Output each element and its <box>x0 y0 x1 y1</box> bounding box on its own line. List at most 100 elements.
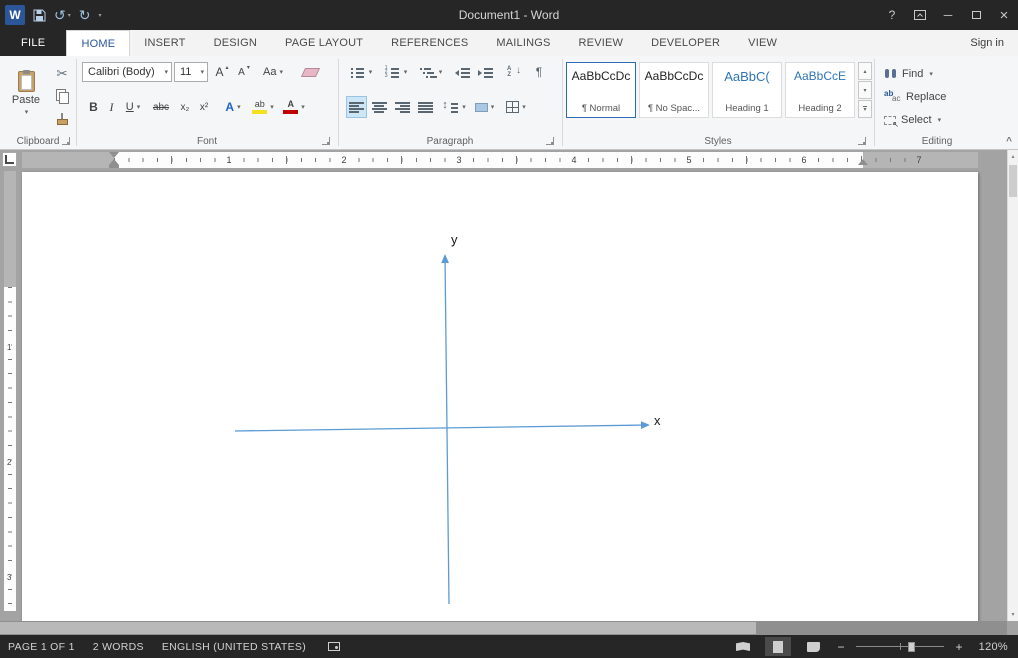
tab-page-layout[interactable]: PAGE LAYOUT <box>271 30 377 56</box>
vertical-ruler[interactable]: 1 2 3 <box>4 171 16 611</box>
underline-button[interactable]: U ▾ <box>121 96 145 118</box>
minimize-button[interactable]: ─ <box>934 0 962 30</box>
cut-button[interactable]: ✂ <box>50 64 74 84</box>
increase-indent-button[interactable] <box>475 61 496 83</box>
macro-record-icon[interactable] <box>328 642 341 651</box>
change-case-button[interactable]: Aa ▾ <box>258 61 288 83</box>
font-size-combobox[interactable]: 11 ▾ <box>174 62 208 82</box>
grow-font-button[interactable]: A ▴ <box>212 61 232 83</box>
bold-button[interactable]: B <box>85 96 102 118</box>
collapse-ribbon-button[interactable]: ^ <box>1006 136 1012 147</box>
more-styles-icon: ▾ <box>863 105 867 113</box>
maximize-button[interactable] <box>962 0 990 30</box>
tab-insert[interactable]: INSERT <box>130 30 199 56</box>
tab-references[interactable]: REFERENCES <box>377 30 482 56</box>
subscript-button[interactable]: x₂ <box>176 96 194 118</box>
format-painter-button[interactable] <box>50 108 74 128</box>
tab-file[interactable]: FILE <box>0 30 67 56</box>
horizontal-scrollbar[interactable] <box>0 621 1007 635</box>
shading-button[interactable]: ▾ <box>471 96 498 118</box>
style-no-spacing[interactable]: AaBbCcDc ¶ No Spac... <box>639 62 709 118</box>
select-button[interactable]: Select ▾ <box>884 110 941 130</box>
tab-developer[interactable]: DEVELOPER <box>637 30 734 56</box>
first-line-indent-marker[interactable] <box>109 152 119 158</box>
align-left-button[interactable] <box>346 96 367 118</box>
chevron-down-icon: ▾ <box>522 104 526 111</box>
font-name-combobox[interactable]: Calibri (Body) ▾ <box>82 62 172 82</box>
paragraph-group-label: Paragraph <box>426 136 474 147</box>
styles-more-button[interactable]: ▾ <box>858 100 872 118</box>
page-count[interactable]: PAGE 1 OF 1 <box>8 641 75 653</box>
text-highlight-button[interactable]: ab ▾ <box>249 96 277 118</box>
justify-icon <box>418 101 433 113</box>
word-logo-icon[interactable]: W <box>5 5 25 25</box>
styles-dialog-launcher[interactable] <box>858 137 866 145</box>
customize-qat-button[interactable]: ▾ <box>98 12 101 19</box>
left-indent-marker[interactable] <box>109 165 119 168</box>
align-right-button[interactable] <box>392 96 413 118</box>
zoom-slider-thumb[interactable] <box>908 641 915 652</box>
decrease-indent-button[interactable] <box>452 61 473 83</box>
font-color-button[interactable]: A ▾ <box>281 96 307 118</box>
print-layout-button[interactable] <box>765 637 791 656</box>
zoom-level[interactable]: 120% <box>974 641 1008 653</box>
tab-home[interactable]: HOME <box>66 30 131 56</box>
line-spacing-button[interactable]: ▾ <box>440 96 468 118</box>
clipboard-dialog-launcher[interactable] <box>62 137 70 145</box>
tab-design[interactable]: DESIGN <box>200 30 271 56</box>
style-heading-1[interactable]: AaBbC( Heading 1 <box>712 62 782 118</box>
borders-button[interactable]: ▾ <box>501 96 531 118</box>
copy-button[interactable] <box>50 86 74 106</box>
paste-button[interactable]: Paste ▾ <box>4 61 48 125</box>
language-indicator[interactable]: ENGLISH (UNITED STATES) <box>162 641 306 653</box>
web-layout-button[interactable] <box>800 637 826 656</box>
align-center-button[interactable] <box>369 96 390 118</box>
bullets-button[interactable]: ▾ <box>346 61 376 83</box>
styles-scroll-down-button[interactable]: ▾ <box>858 81 872 99</box>
zoom-slider[interactable] <box>856 640 944 654</box>
show-hide-paragraph-button[interactable]: ¶ <box>530 61 548 83</box>
document-page[interactable]: y x <box>22 172 978 635</box>
styles-scroll-up-button[interactable]: ▴ <box>858 62 872 80</box>
find-button[interactable]: Find ▾ <box>884 64 933 84</box>
numbering-button[interactable]: ▾ <box>381 61 411 83</box>
close-button[interactable]: × <box>990 0 1018 30</box>
vertical-scroll-thumb[interactable] <box>1009 165 1017 197</box>
zoom-out-button[interactable]: − <box>835 640 847 654</box>
tab-stop-selector[interactable] <box>2 152 17 167</box>
style-normal[interactable]: AaBbCcDc ¶ Normal <box>566 62 636 118</box>
help-icon: ? <box>888 8 896 22</box>
sort-button[interactable] <box>503 61 525 83</box>
scroll-down-arrow[interactable]: ▾ <box>1008 608 1018 621</box>
superscript-button[interactable]: x² <box>195 96 213 118</box>
ribbon-display-options-button[interactable] <box>906 0 934 30</box>
undo-button[interactable]: ↺ ▾ <box>54 7 71 24</box>
font-dialog-launcher[interactable] <box>322 137 330 145</box>
read-mode-button[interactable] <box>730 637 756 656</box>
justify-button[interactable] <box>415 96 436 118</box>
strikethrough-button[interactable]: abc <box>149 96 173 118</box>
save-button[interactable] <box>33 9 46 22</box>
multilevel-list-button[interactable]: ▾ <box>416 61 446 83</box>
tab-view[interactable]: VIEW <box>734 30 791 56</box>
chevron-down-icon: ▾ <box>67 12 71 19</box>
shrink-font-button[interactable]: A ▾ <box>234 61 254 83</box>
word-count[interactable]: 2 WORDS <box>93 641 144 653</box>
scroll-up-arrow[interactable]: ▴ <box>1008 150 1018 163</box>
tab-review[interactable]: REVIEW <box>565 30 638 56</box>
horizontal-scroll-thumb[interactable] <box>0 622 756 634</box>
redo-button[interactable]: ↻ <box>79 7 91 24</box>
vertical-scrollbar[interactable]: ▴ ▾ <box>1007 150 1018 621</box>
zoom-in-button[interactable]: + <box>953 640 965 654</box>
sign-in-link[interactable]: Sign in <box>970 30 1018 56</box>
right-indent-marker[interactable] <box>858 159 868 165</box>
help-button[interactable]: ? <box>878 0 906 30</box>
paragraph-dialog-launcher[interactable] <box>546 137 554 145</box>
horizontal-ruler[interactable]: 1 2 3 4 5 6 7 <box>22 152 978 168</box>
clear-formatting-button[interactable] <box>296 61 324 83</box>
replace-button[interactable]: Replace <box>884 87 946 107</box>
italic-button[interactable]: I <box>104 96 119 118</box>
tab-mailings[interactable]: MAILINGS <box>482 30 564 56</box>
style-heading-2[interactable]: AaBbCcE Heading 2 <box>785 62 855 118</box>
text-effects-button[interactable]: A ▾ <box>221 96 245 118</box>
